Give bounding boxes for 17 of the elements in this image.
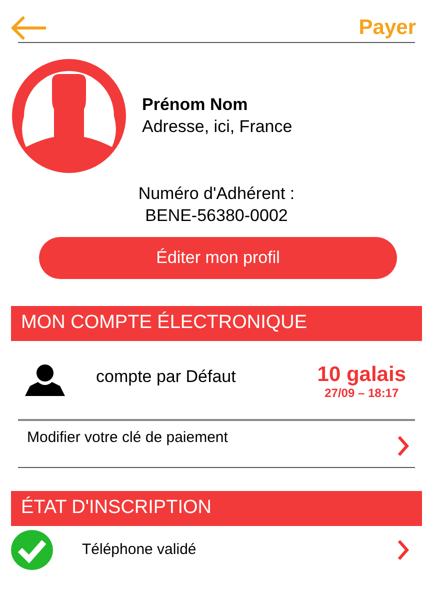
account-balance: 10 galais [317,364,406,386]
member-address: Adresse, ici, France [142,116,292,138]
account-name: compte par Défaut [96,366,236,388]
section-header: MON COMPTE ÉLECTRONIQUE [11,306,422,341]
chevron-right-icon[interactable] [397,435,409,457]
edit-profile-button[interactable]: Éditer mon profil [39,237,397,279]
section-header: ÉTAT D'INSCRIPTION [11,491,422,526]
chevron-right-icon[interactable] [397,539,409,561]
registration-row[interactable]: Téléphone validé [0,526,433,574]
payment-key-row[interactable]: Modifier votre clé de paiement [0,421,433,467]
member-name: Prénom Nom [142,94,249,116]
balance-date: 27/09 – 18:17 [324,386,399,400]
member-number-label: Numéro d'Adhérent : [138,183,295,205]
back-arrow-icon[interactable] [10,15,48,41]
user-icon [25,364,65,396]
avatar-icon [12,59,126,173]
member-number: BENE-56380-0002 [145,205,288,227]
